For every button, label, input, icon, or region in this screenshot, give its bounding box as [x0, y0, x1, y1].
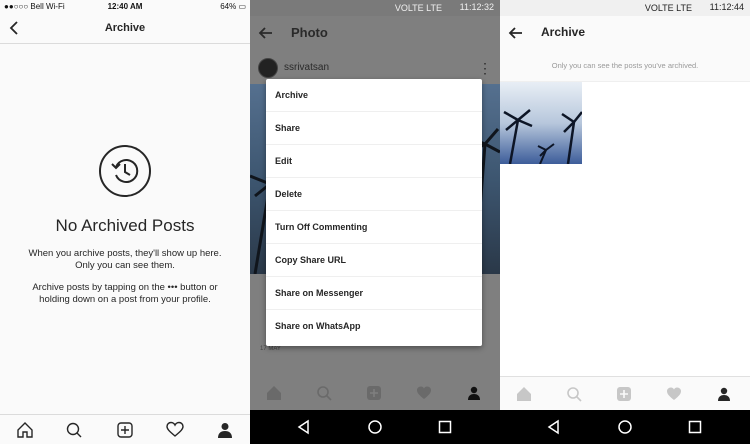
search-icon[interactable] — [316, 385, 332, 401]
home-icon[interactable] — [516, 386, 532, 402]
android-header: Photo — [250, 16, 500, 50]
add-post-icon[interactable] — [616, 386, 632, 402]
add-post-icon[interactable] — [116, 421, 134, 439]
nav-recents-icon[interactable] — [687, 419, 703, 435]
heart-icon[interactable] — [416, 385, 432, 401]
nav-back-icon[interactable] — [546, 419, 562, 435]
page-title: Photo — [291, 25, 328, 40]
search-icon[interactable] — [65, 421, 83, 439]
profile-icon[interactable] — [466, 385, 482, 401]
back-arrow-icon[interactable] — [258, 25, 274, 41]
empty-state-line2: Archive posts by tapping on the ••• butt… — [32, 282, 218, 305]
search-icon[interactable] — [566, 386, 582, 402]
android-nav-bar — [250, 410, 500, 444]
android-header: Archive — [500, 16, 750, 50]
ios-status-bar: ●●○○○ Bell Wi-Fi 12:40 AM 64% ▭ — [0, 0, 250, 14]
menu-item-archive[interactable]: Archive — [266, 79, 482, 112]
empty-state-title: No Archived Posts — [55, 216, 195, 235]
profile-icon[interactable] — [216, 421, 234, 439]
menu-item-turn-off-commenting[interactable]: Turn Off Commenting — [266, 211, 482, 244]
back-arrow-icon[interactable] — [508, 25, 524, 41]
menu-item-share[interactable]: Share — [266, 112, 482, 145]
home-icon[interactable] — [16, 421, 34, 439]
menu-item-copy-share-url[interactable]: Copy Share URL — [266, 244, 482, 277]
avatar[interactable] — [258, 58, 278, 78]
archived-post-thumbnail[interactable] — [500, 82, 582, 164]
menu-item-share-on-messenger[interactable]: Share on Messenger — [266, 277, 482, 310]
nav-home-icon[interactable] — [367, 419, 383, 435]
ios-header: Archive — [0, 14, 250, 44]
heart-icon[interactable] — [166, 421, 184, 439]
android-tab-bar — [500, 376, 750, 410]
add-post-icon[interactable] — [366, 385, 382, 401]
android-archive-screen: 11:12:44 VOLTE LTE Archive Only you can … — [500, 0, 750, 444]
battery-label: 64% ▭ — [220, 2, 246, 11]
menu-item-share-on-whatsapp[interactable]: Share on WhatsApp — [266, 310, 482, 343]
home-icon[interactable] — [266, 385, 282, 401]
status-time: 11:12:32 — [459, 2, 494, 12]
ios-archive-screen: ●●○○○ Bell Wi-Fi 12:40 AM 64% ▭ Archive … — [0, 0, 250, 444]
archive-privacy-note: Only you can see the posts you've archiv… — [500, 50, 750, 82]
profile-icon[interactable] — [716, 386, 732, 402]
android-tab-bar — [250, 376, 500, 410]
android-nav-bar — [500, 410, 750, 444]
empty-state-line1: When you archive posts, they'll show up … — [28, 248, 222, 271]
network-indicators: VOLTE LTE — [394, 3, 442, 13]
post-options-dialog: Archive Share Edit Delete Turn Off Comme… — [266, 79, 482, 346]
android-status-bar: VOLTE LTE 11:12:32 — [250, 0, 500, 16]
android-photo-options-screen: VOLTE LTE 11:12:32 Photo ssrivatsan ⋮ 17… — [250, 0, 500, 444]
nav-home-icon[interactable] — [617, 419, 633, 435]
nav-recents-icon[interactable] — [437, 419, 453, 435]
post-date: 17 MAY — [260, 346, 281, 352]
ios-tab-bar — [0, 414, 250, 444]
page-title: Archive — [541, 25, 586, 39]
post-username[interactable]: ssrivatsan — [284, 62, 329, 73]
status-time: 11:12:44 — [709, 2, 744, 12]
heart-icon[interactable] — [666, 386, 682, 402]
palm-trees-image — [503, 109, 582, 164]
nav-back-icon[interactable] — [296, 419, 312, 435]
menu-item-edit[interactable]: Edit — [266, 145, 482, 178]
android-status-bar: 11:12:44 VOLTE LTE — [500, 0, 750, 16]
menu-item-delete[interactable]: Delete — [266, 178, 482, 211]
archive-history-icon — [99, 145, 151, 197]
network-indicators: VOLTE LTE — [644, 3, 692, 13]
page-title: Archive — [104, 22, 146, 34]
status-time: 12:40 AM — [107, 2, 143, 11]
more-options-icon[interactable]: ⋮ — [478, 60, 492, 77]
